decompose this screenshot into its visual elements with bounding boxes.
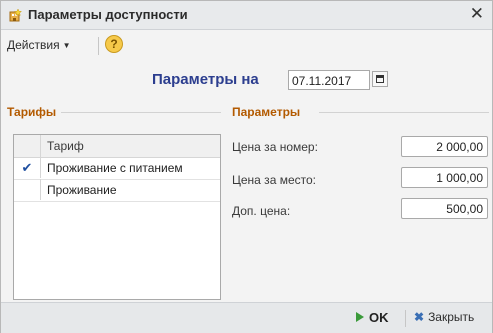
dialog-footer: OK ✖ Закрыть — [1, 302, 492, 333]
window-title: Параметры доступности — [28, 7, 188, 22]
calendar-icon — [376, 75, 384, 83]
mark-column-header — [14, 135, 41, 157]
play-icon — [356, 312, 364, 322]
app-icon — [9, 8, 23, 22]
close-icon: ✖ — [414, 310, 425, 324]
chevron-down-icon: ▼ — [62, 41, 71, 50]
table-row[interactable]: ✔ Проживание с питанием — [14, 157, 220, 180]
tariff-column-header[interactable]: Тариф — [47, 139, 84, 153]
tariff-name: Проживание — [47, 183, 117, 197]
table-header: Тариф — [14, 135, 220, 158]
help-button[interactable]: ? — [105, 35, 123, 53]
extra-price-field[interactable] — [401, 198, 488, 219]
date-field[interactable] — [288, 70, 370, 90]
dialog-window: Параметры доступности ✕ Действия ▼ ? Пара… — [0, 0, 493, 333]
ok-label: OK — [369, 310, 389, 325]
footer-divider — [405, 310, 406, 327]
title-bar[interactable]: Параметры доступности ✕ — [1, 1, 492, 30]
close-button[interactable]: ✖ Закрыть — [414, 310, 474, 324]
room-price-field[interactable] — [401, 136, 488, 157]
ok-button[interactable]: OK — [356, 310, 389, 325]
bed-price-field[interactable] — [401, 167, 488, 188]
calendar-button[interactable] — [372, 71, 388, 87]
actions-menu-label: Действия — [7, 38, 60, 52]
params-group-divider — [319, 112, 489, 113]
tariffs-table[interactable]: Тариф ✔ Проживание с питанием Проживание — [13, 134, 221, 300]
extra-price-label: Доп. цена: — [232, 204, 291, 218]
actions-menu[interactable]: Действия ▼ — [7, 38, 71, 52]
tariffs-group-divider — [61, 112, 221, 113]
row-marker — [14, 179, 41, 200]
toolbar: Действия ▼ ? — [1, 30, 492, 61]
close-label: Закрыть — [428, 310, 475, 324]
bed-price-label: Цена за место: — [232, 173, 316, 187]
params-group-title: Параметры — [232, 105, 301, 119]
params-date-label: Параметры на — [152, 71, 259, 88]
toolbar-divider — [98, 37, 99, 55]
table-row[interactable]: Проживание — [14, 179, 220, 202]
checkmark-icon: ✔ — [14, 157, 41, 178]
tariff-name: Проживание с питанием — [47, 161, 183, 175]
room-price-label: Цена за номер: — [232, 140, 318, 154]
close-icon[interactable]: ✕ — [470, 4, 484, 24]
tariffs-group-title: Тарифы — [7, 105, 57, 119]
